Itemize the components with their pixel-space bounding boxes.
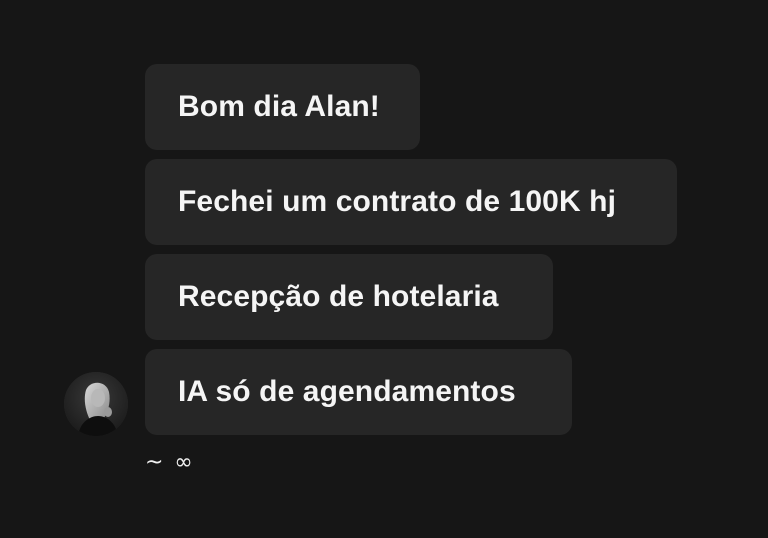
- sender-avatar[interactable]: [64, 372, 128, 436]
- message-thread: Bom dia Alan! Fechei um contrato de 100K…: [0, 0, 768, 538]
- user-photo-avatar-icon: [64, 372, 128, 436]
- reaction-line: ~ ∞: [145, 450, 195, 475]
- message-bubble[interactable]: IA só de agendamentos: [145, 349, 572, 435]
- message-text: IA só de agendamentos: [178, 375, 516, 408]
- message-text: Recepção de hotelaria: [178, 280, 499, 313]
- message-text: Fechei um contrato de 100K hj: [178, 185, 617, 218]
- message-text: Bom dia Alan!: [178, 90, 380, 123]
- message-bubble[interactable]: Recepção de hotelaria: [145, 254, 553, 340]
- message-bubble[interactable]: Fechei um contrato de 100K hj: [145, 159, 677, 245]
- message-bubble[interactable]: Bom dia Alan!: [145, 64, 420, 150]
